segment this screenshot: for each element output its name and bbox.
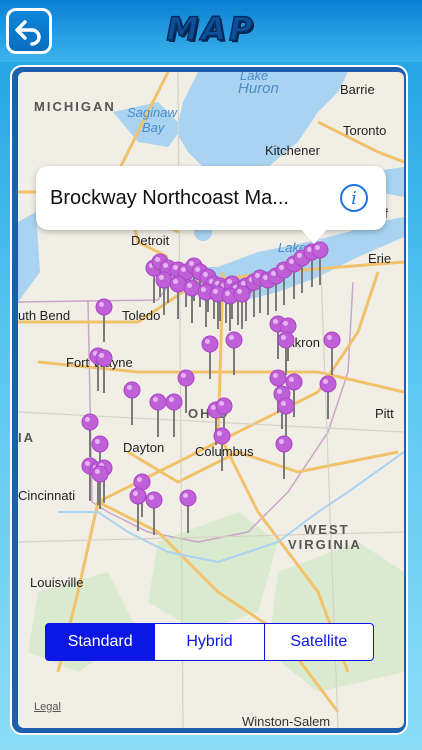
callout-title: Brockway Northcoast Ma... (50, 186, 289, 209)
label-detroit: Detroit (131, 233, 170, 248)
segment-satellite[interactable]: Satellite (263, 624, 373, 660)
label-south-bend: uth Bend (18, 308, 71, 323)
annotation-callout[interactable]: Brockway Northcoast Ma... i (36, 166, 386, 230)
page-title: MAP (166, 9, 256, 49)
label-ia: IA (18, 430, 35, 445)
info-icon[interactable]: i (340, 184, 368, 212)
label-dayton: Dayton (123, 440, 165, 455)
label-saginaw: Saginaw (127, 105, 177, 120)
label-erie: Erie (368, 251, 392, 266)
map-type-segmented-control[interactable]: Standard Hybrid Satellite (45, 623, 374, 661)
label-michigan: MICHIGAN (34, 99, 116, 114)
label-toronto: Toronto (343, 123, 387, 138)
label-virginia: VIRGINIA (288, 537, 362, 552)
label-kitchener: Kitchener (265, 143, 320, 158)
segment-hybrid[interactable]: Hybrid (154, 624, 263, 660)
label-pitt: Pitt (375, 406, 394, 421)
legal-link[interactable]: Legal (34, 701, 61, 713)
label-huron: Huron (238, 80, 279, 97)
label-cincinnati: Cincinnati (18, 488, 76, 503)
label-winston-salem: Winston-Salem (242, 714, 331, 729)
segment-standard[interactable]: Standard (46, 624, 155, 660)
label-bay: Bay (142, 120, 165, 135)
label-barrie: Barrie (340, 82, 375, 97)
label-west: WEST (304, 522, 350, 537)
callout-tail (300, 228, 328, 244)
label-louisville: Louisville (30, 575, 84, 590)
